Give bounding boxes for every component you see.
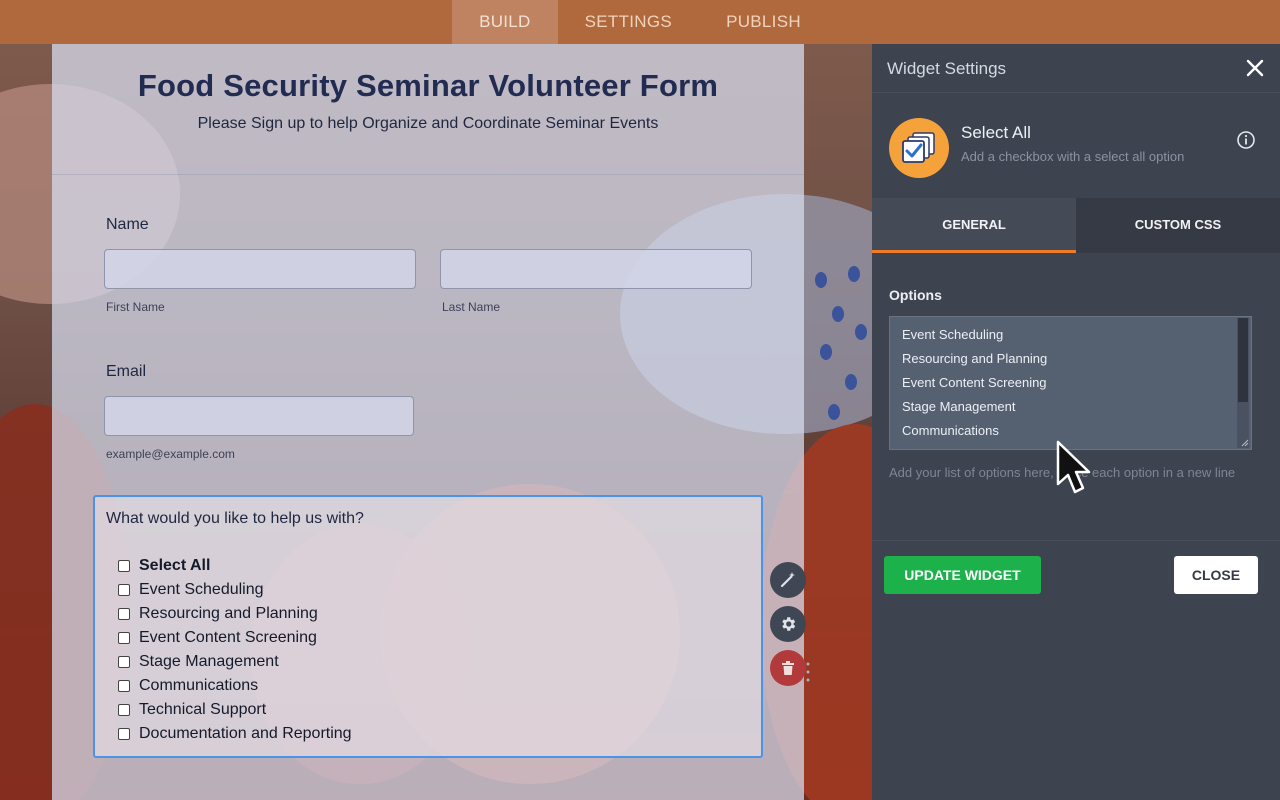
checkbox-option[interactable]: Resourcing and Planning (118, 602, 352, 626)
panel-tabs: GENERAL CUSTOM CSS (872, 198, 1280, 253)
tab-build[interactable]: BUILD (452, 0, 558, 44)
resize-handle-icon[interactable] (1241, 439, 1249, 447)
option-line: Stage Management (902, 399, 1016, 414)
checkbox-option[interactable]: Stage Management (118, 650, 352, 674)
magic-wand-icon (780, 572, 795, 588)
widget-name: Select All (961, 123, 1031, 142)
checkbox-label: Resourcing and Planning (139, 605, 318, 622)
checkbox-option[interactable]: Event Content Screening (118, 626, 352, 650)
last-name-input[interactable] (440, 249, 752, 289)
checkbox[interactable] (118, 560, 130, 572)
checkbox-label: Documentation and Reporting (139, 725, 352, 742)
scrollbar-thumb[interactable] (1238, 318, 1248, 402)
name-label: Name (106, 216, 149, 233)
tab-general[interactable]: GENERAL (872, 198, 1076, 253)
checkbox[interactable] (118, 680, 130, 692)
checkbox[interactable] (118, 608, 130, 620)
email-sublabel: example@example.com (106, 447, 235, 461)
close-button[interactable]: CLOSE (1174, 556, 1258, 594)
checkbox-label: Event Scheduling (139, 581, 264, 598)
info-icon[interactable] (1236, 130, 1256, 150)
form-subtitle[interactable]: Please Sign up to help Organize and Coor… (52, 115, 804, 133)
checkbox-option-select-all[interactable]: Select All (118, 554, 352, 578)
first-name-input[interactable] (104, 249, 416, 289)
checkbox-option[interactable]: Technical Support (118, 698, 352, 722)
top-nav: BUILD SETTINGS PUBLISH (0, 0, 1280, 44)
checkbox-label: Event Content Screening (139, 629, 317, 646)
widget-settings-panel: Widget Settings Select All Add a checkbo… (872, 44, 1280, 800)
widget-description: Add a checkbox with a select all option (961, 149, 1185, 164)
checkbox-label: Select All (139, 557, 211, 574)
option-line: Event Content Screening (902, 375, 1047, 390)
option-line: Event Scheduling (902, 327, 1004, 342)
checkbox-label: Communications (139, 677, 259, 694)
email-input[interactable] (104, 396, 414, 436)
checkbox-label: Technical Support (139, 701, 267, 718)
panel-title: Widget Settings (887, 59, 1007, 78)
select-all-widget-icon (889, 118, 949, 178)
panel-header: Widget Settings (872, 44, 1280, 93)
checkbox[interactable] (118, 704, 130, 716)
trash-icon (782, 661, 794, 675)
checkbox-list: Select All Event Scheduling Resourcing a… (118, 554, 352, 746)
email-label: Email (106, 363, 147, 380)
last-name-sublabel: Last Name (442, 300, 501, 314)
textarea-scrollbar[interactable] (1237, 318, 1249, 448)
form-title[interactable]: Food Security Seminar Volunteer Form (52, 68, 804, 104)
tab-publish[interactable]: PUBLISH (699, 0, 828, 44)
checkbox-option[interactable]: Event Scheduling (118, 578, 352, 602)
checkbox-question: What would you like to help us with? (106, 510, 364, 527)
checkbox-option[interactable]: Communications (118, 674, 352, 698)
divider (872, 540, 1280, 541)
first-name-sublabel: First Name (106, 300, 165, 314)
options-label: Options (889, 287, 942, 303)
tab-settings[interactable]: SETTINGS (558, 0, 699, 44)
tab-custom-css[interactable]: CUSTOM CSS (1076, 198, 1280, 253)
close-icon[interactable] (1244, 57, 1266, 79)
update-widget-button[interactable]: UPDATE WIDGET (884, 556, 1041, 594)
option-line: Resourcing and Planning (902, 351, 1048, 366)
mouse-cursor-icon (1056, 440, 1091, 494)
option-line: Communications (902, 423, 999, 438)
checkbox[interactable] (118, 656, 130, 668)
form-header: Food Security Seminar Volunteer Form Ple… (52, 44, 804, 175)
options-textarea[interactable]: Event Scheduling Resourcing and Planning… (889, 316, 1252, 450)
properties-button[interactable] (770, 606, 806, 642)
wand-button[interactable] (770, 562, 806, 598)
delete-button[interactable] (770, 650, 806, 686)
form-canvas: Food Security Seminar Volunteer Form Ple… (52, 44, 810, 800)
checkbox[interactable] (118, 728, 130, 740)
checkbox-option[interactable]: Documentation and Reporting (118, 722, 352, 746)
checkbox[interactable] (118, 632, 130, 644)
checkbox[interactable] (118, 584, 130, 596)
checkbox-label: Stage Management (139, 653, 279, 670)
checkbox-field[interactable]: What would you like to help us with? Sel… (93, 495, 763, 758)
gear-icon (782, 617, 796, 631)
